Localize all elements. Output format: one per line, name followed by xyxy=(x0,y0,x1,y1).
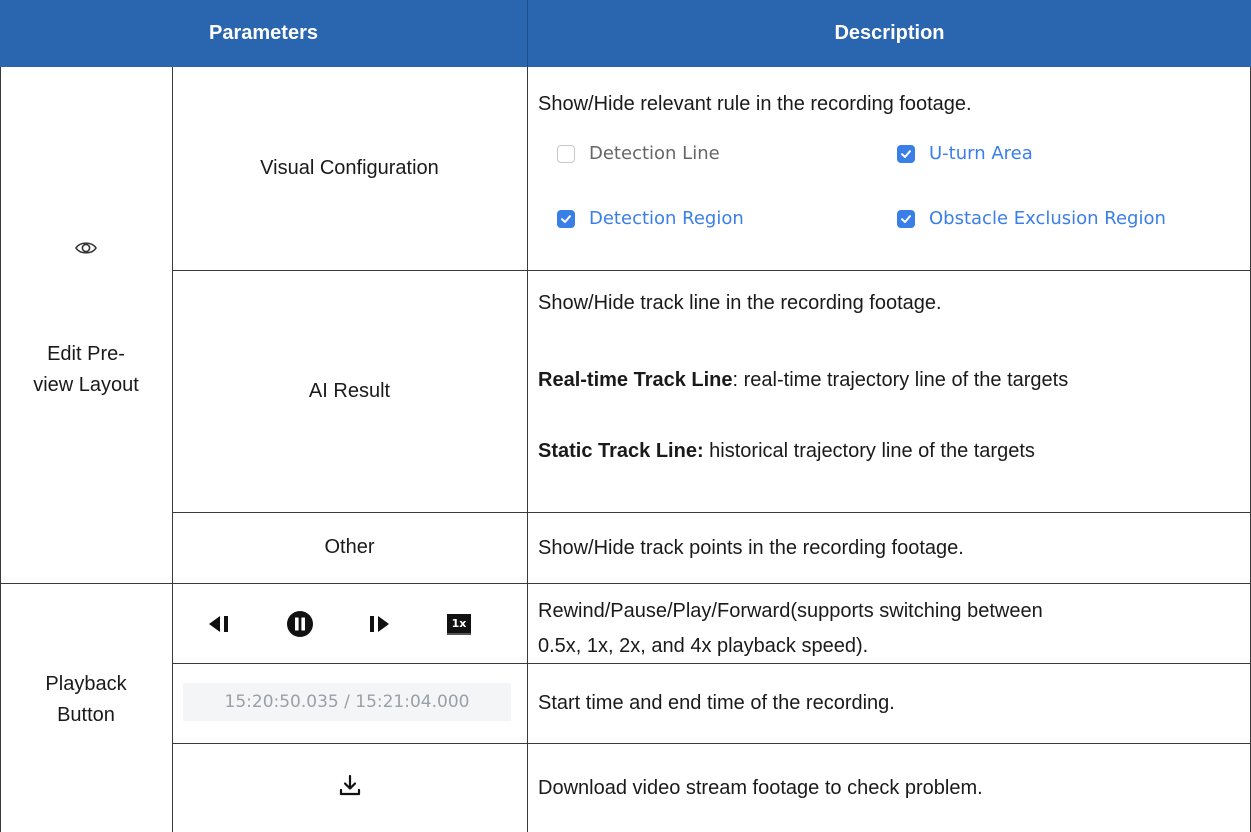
download-icon[interactable] xyxy=(335,770,365,800)
visual-configuration-label: Visual Configuration xyxy=(260,157,439,179)
speed-1x-icon[interactable]: 1x xyxy=(446,611,472,637)
static-track-line-term: Static Track Line: xyxy=(538,440,704,462)
other-description: Show/Hide track points in the recording … xyxy=(538,537,964,559)
realtime-track-line-definition: : real-time trajectory line of the targe… xyxy=(732,369,1069,391)
playback-controls-description-line2: 0.5x, 1x, 2x, and 4x playback speed). xyxy=(538,635,869,657)
playback-button-label: Playback Button xyxy=(45,673,127,726)
detection-region-option[interactable]: Detection Region xyxy=(557,208,744,229)
realtime-track-line-term: Real-time Track Line xyxy=(538,369,733,391)
obstacle-exclusion-region-option[interactable]: Obstacle Exclusion Region xyxy=(897,208,1166,229)
ai-result-label: AI Result xyxy=(308,379,391,402)
obstacle-exclusion-region-label: Obstacle Exclusion Region xyxy=(929,208,1166,229)
visual-configuration-description: Show/Hide relevant rule in the recording… xyxy=(538,93,972,115)
playback-time-display: 15:20:50.035 / 15:21:04.000 xyxy=(183,683,511,721)
static-track-line-definition: historical trajectory line of the target… xyxy=(703,440,1035,462)
ai-result-description: Show/Hide track line in the recording fo… xyxy=(538,292,942,314)
header-parameters: Parameters xyxy=(0,0,527,67)
edit-preview-layout-label: Edit Pre- view Layout xyxy=(33,343,139,396)
time-description: Start time and end time of the recording… xyxy=(538,692,895,714)
pause-icon[interactable] xyxy=(285,609,315,639)
header-description: Description xyxy=(527,0,1251,67)
checkbox-checked-icon[interactable] xyxy=(897,144,915,163)
detection-line-option[interactable]: Detection Line xyxy=(557,143,720,164)
grid-line xyxy=(527,67,528,832)
row-divider xyxy=(0,583,1251,584)
detection-line-label: Detection Line xyxy=(589,143,720,164)
detection-region-label: Detection Region xyxy=(589,208,744,229)
realtime-track-line-text: Real-time Track Line: real-time trajecto… xyxy=(538,368,1068,392)
eye-icon xyxy=(0,230,172,266)
rewind-icon[interactable] xyxy=(206,611,232,637)
row-divider xyxy=(172,663,1251,664)
row-divider xyxy=(172,743,1251,744)
play-icon[interactable] xyxy=(366,611,392,637)
download-description: Download video stream footage to check p… xyxy=(538,777,983,799)
u-turn-area-option[interactable]: U-turn Area xyxy=(897,143,1033,164)
playback-controls-description-line1: Rewind/Pause/Play/Forward(supports switc… xyxy=(538,600,1043,622)
checkbox-unchecked-icon[interactable] xyxy=(557,144,575,163)
checkbox-checked-icon[interactable] xyxy=(897,209,915,228)
u-turn-area-label: U-turn Area xyxy=(929,143,1033,164)
static-track-line-text: Static Track Line: historical trajectory… xyxy=(538,439,1035,463)
checkbox-checked-icon[interactable] xyxy=(557,209,575,228)
other-label: Other xyxy=(324,536,375,558)
